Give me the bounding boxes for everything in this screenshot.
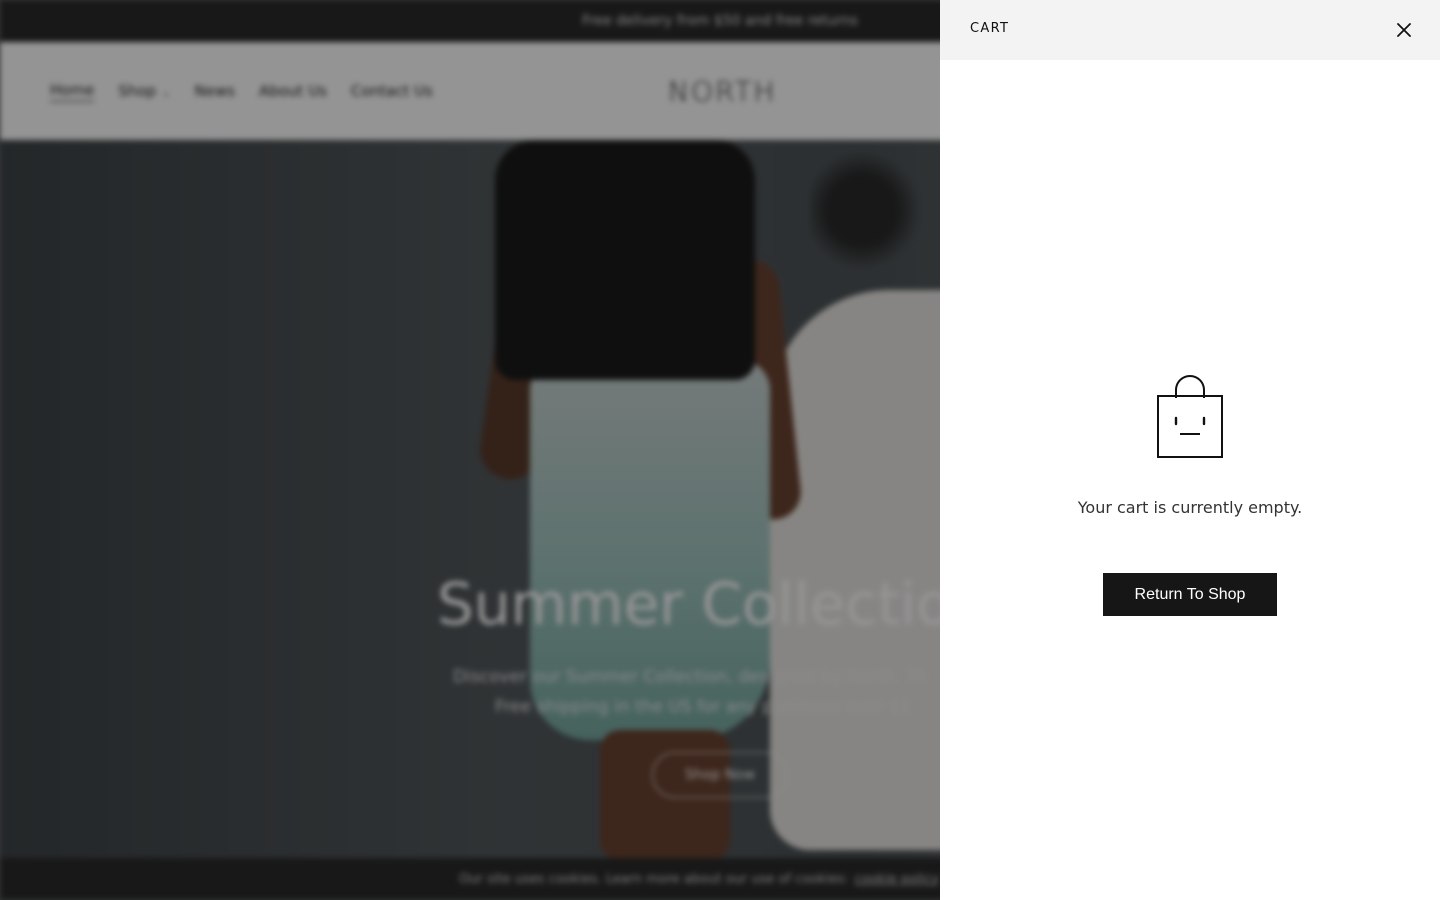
cart-drawer: CART Your cart is currently empty. Retur… xyxy=(940,0,1440,900)
close-icon[interactable] xyxy=(1392,18,1416,42)
empty-cart-message: Your cart is currently empty. xyxy=(1077,498,1303,517)
cart-header: CART xyxy=(940,0,1440,60)
cart-title: CART xyxy=(970,21,1010,36)
return-to-shop-button[interactable]: Return To Shop xyxy=(1103,573,1277,616)
empty-shopping-bag-icon xyxy=(1155,372,1225,462)
